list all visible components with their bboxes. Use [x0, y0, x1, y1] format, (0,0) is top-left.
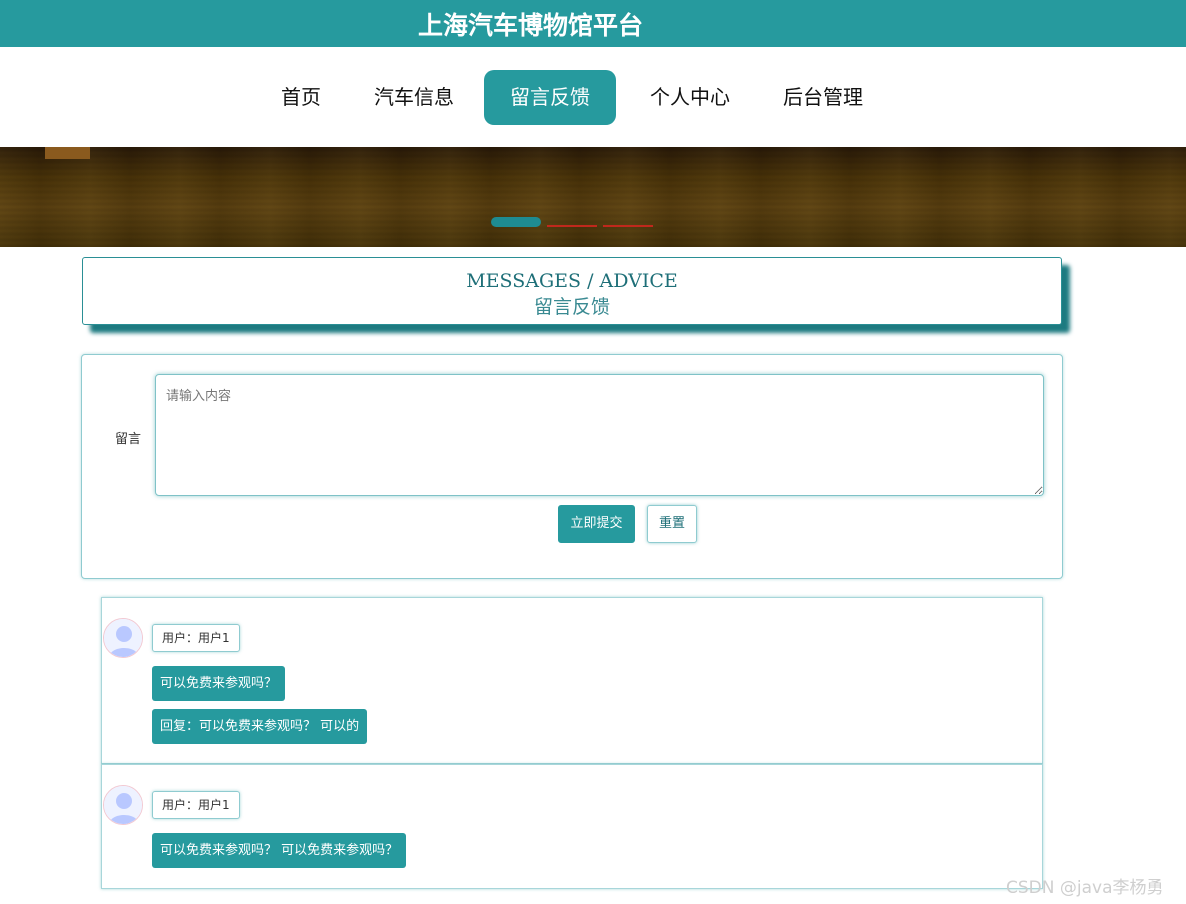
header-bar: 上海汽车博物馆平台: [0, 0, 1186, 47]
message-label: 留言: [115, 432, 142, 447]
nav-item-home[interactable]: 首页: [266, 70, 336, 125]
main-nav: 首页 汽车信息 留言反馈 个人中心 后台管理: [0, 47, 1186, 147]
section-title-english: MESSAGES / ADVICE: [466, 270, 678, 292]
message-reply: 回复：可以免费来参观吗？ 可以的: [152, 709, 368, 744]
section-title-box: MESSAGES / ADVICE 留言反馈: [82, 257, 1062, 325]
carousel-indicator-3[interactable]: [603, 225, 653, 227]
nav-item-feedback[interactable]: 留言反馈: [484, 70, 616, 125]
reset-button[interactable]: 重置: [647, 505, 697, 543]
message-content: 可以免费来参观吗？: [152, 666, 286, 701]
watermark-text: CSDN @java李杨勇: [1006, 878, 1164, 898]
message-content: 可以免费来参观吗？ 可以免费来参观吗？: [152, 833, 407, 868]
avatar-icon: [103, 785, 143, 825]
nav-item-admin[interactable]: 后台管理: [771, 70, 875, 125]
carousel-indicator-2[interactable]: [547, 225, 597, 227]
banner-carousel: [0, 147, 1186, 247]
message-textarea[interactable]: [155, 374, 1044, 496]
carousel-indicator-1[interactable]: [491, 217, 541, 227]
message-item: 用户：用户1 可以免费来参观吗？ 回复：可以免费来参观吗？ 可以的: [101, 597, 1043, 764]
message-user-tag: 用户：用户1: [152, 791, 240, 819]
submit-button[interactable]: 立即提交: [558, 505, 635, 543]
nav-item-personal-center[interactable]: 个人中心: [638, 70, 742, 125]
banner-image-detail: [45, 147, 90, 159]
section-title-chinese: 留言反馈: [533, 296, 610, 318]
site-title: 上海汽车博物馆平台: [418, 11, 644, 40]
avatar-icon: [103, 618, 143, 658]
message-form: 留言 立即提交 重置: [81, 354, 1063, 579]
message-user-tag: 用户：用户1: [152, 624, 240, 652]
nav-item-car-info[interactable]: 汽车信息: [362, 70, 466, 125]
message-item: 用户：用户1 可以免费来参观吗？ 可以免费来参观吗？: [101, 764, 1043, 889]
